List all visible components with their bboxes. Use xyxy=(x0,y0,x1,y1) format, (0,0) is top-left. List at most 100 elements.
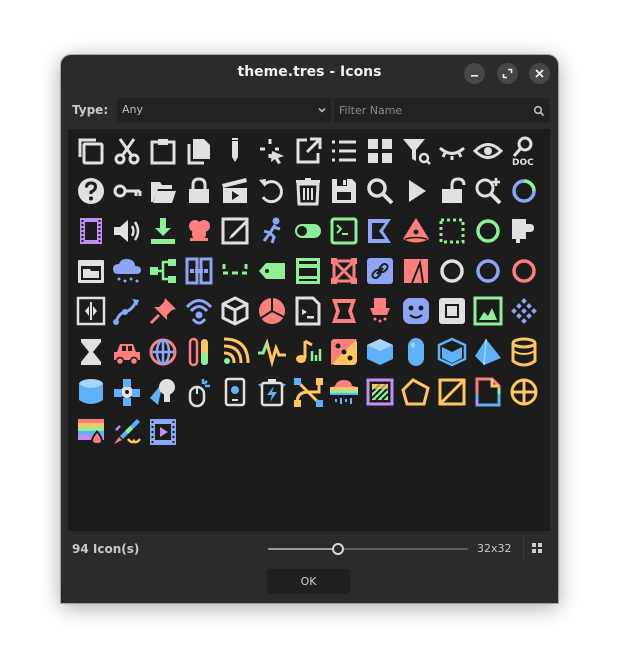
toggle-icon[interactable] xyxy=(291,214,325,248)
cone-light-icon[interactable] xyxy=(399,214,433,248)
list-icon[interactable] xyxy=(327,134,361,168)
cut-icon[interactable] xyxy=(110,134,144,168)
prism-icon[interactable] xyxy=(471,335,505,369)
play-icon[interactable] xyxy=(399,174,433,208)
skeleton-icon[interactable] xyxy=(255,214,289,248)
copy-icon[interactable] xyxy=(74,134,108,168)
pie-ball-icon[interactable] xyxy=(255,294,289,328)
folder-open-icon[interactable] xyxy=(146,174,180,208)
ring-white-icon[interactable] xyxy=(435,254,469,288)
window-icon[interactable] xyxy=(74,254,108,288)
dashed-rect-icon[interactable] xyxy=(435,214,469,248)
grid-view-icon[interactable] xyxy=(531,542,543,554)
type-select[interactable]: Any xyxy=(117,98,331,123)
cloud-rain-icon[interactable] xyxy=(110,254,144,288)
film-icon[interactable] xyxy=(74,214,108,248)
pin-icon[interactable] xyxy=(146,294,180,328)
lock-icon[interactable] xyxy=(182,174,216,208)
undo-icon[interactable] xyxy=(255,174,289,208)
cylinder-yellow-icon[interactable] xyxy=(507,335,541,369)
face-icon[interactable] xyxy=(399,294,433,328)
split-container-icon[interactable] xyxy=(182,254,216,288)
rainbow-cloud-icon[interactable] xyxy=(327,375,361,409)
external-link-icon[interactable] xyxy=(291,134,325,168)
mesh-a-icon[interactable] xyxy=(399,254,433,288)
maximize-button[interactable] xyxy=(497,63,518,84)
zoom-slider[interactable] xyxy=(268,548,468,550)
wifi-arc-icon[interactable] xyxy=(218,335,252,369)
paint-edit-icon[interactable] xyxy=(218,214,252,248)
filter-name-input[interactable] xyxy=(334,98,550,123)
script-doc-icon[interactable] xyxy=(291,294,325,328)
zoom-in-icon[interactable] xyxy=(471,174,505,208)
tree-nodes-icon[interactable] xyxy=(146,254,180,288)
search-doc-icon[interactable]: DOC xyxy=(507,134,541,168)
lamp-icon[interactable] xyxy=(363,294,397,328)
ring-red-icon[interactable] xyxy=(507,254,541,288)
particles-icon[interactable] xyxy=(182,214,216,248)
key-icon[interactable] xyxy=(110,174,144,208)
link-icon[interactable] xyxy=(363,254,397,288)
rainbow-doc-icon[interactable] xyxy=(471,375,505,409)
video-film-icon[interactable] xyxy=(146,415,180,449)
trash-icon[interactable] xyxy=(291,174,325,208)
crosshair-circle-icon[interactable] xyxy=(507,375,541,409)
pentagon-icon[interactable] xyxy=(399,375,433,409)
audio-icon[interactable] xyxy=(110,214,144,248)
save-icon[interactable] xyxy=(327,174,361,208)
car-icon[interactable] xyxy=(110,335,144,369)
hourglass-icon[interactable] xyxy=(74,335,108,369)
mouse-sparkle-icon[interactable] xyxy=(182,375,216,409)
clapperboard-icon[interactable] xyxy=(218,174,252,208)
magnifier-icon[interactable] xyxy=(363,174,397,208)
filter-search-icon[interactable] xyxy=(399,134,433,168)
ok-button[interactable]: OK xyxy=(267,569,350,594)
rainbow-brush-icon[interactable] xyxy=(110,415,144,449)
device-icon[interactable] xyxy=(218,375,252,409)
curve-path-icon[interactable] xyxy=(110,294,144,328)
help-icon[interactable] xyxy=(74,174,108,208)
cross-rect-icon[interactable] xyxy=(327,254,361,288)
gradient-bars-icon[interactable] xyxy=(182,335,216,369)
unlock-icon[interactable] xyxy=(435,174,469,208)
grid-icon[interactable] xyxy=(363,134,397,168)
capsule-icon[interactable] xyxy=(399,335,433,369)
joints-icon[interactable] xyxy=(110,375,144,409)
rainbow-drop-icon[interactable] xyxy=(74,415,108,449)
code-box-icon[interactable] xyxy=(74,294,108,328)
waveform-icon[interactable] xyxy=(255,335,289,369)
duplicate-icon[interactable] xyxy=(182,134,216,168)
bulb-light-icon[interactable] xyxy=(146,375,180,409)
cube-blue-icon[interactable] xyxy=(363,335,397,369)
paste-icon[interactable] xyxy=(146,134,180,168)
cylinder-blue-icon[interactable] xyxy=(74,375,108,409)
diagonal-box-icon[interactable] xyxy=(435,375,469,409)
edit-pencil-icon[interactable] xyxy=(218,134,252,168)
globe-icon[interactable] xyxy=(146,335,180,369)
ring-blue-icon[interactable] xyxy=(471,254,505,288)
shape-s-icon[interactable] xyxy=(327,294,361,328)
circle-progress-icon[interactable] xyxy=(507,174,541,208)
signal-person-icon[interactable] xyxy=(182,294,216,328)
eye-icon[interactable] xyxy=(471,134,505,168)
minimize-button[interactable] xyxy=(464,63,485,84)
ring-green-icon[interactable] xyxy=(471,214,505,248)
stripe-square-icon[interactable] xyxy=(363,375,397,409)
title-bar[interactable]: theme.tres - Icons xyxy=(61,55,558,91)
cube-outline-icon[interactable] xyxy=(218,294,252,328)
battery-bolt-icon[interactable] xyxy=(255,375,289,409)
plugin-icon[interactable] xyxy=(507,214,541,248)
box-blue-icon[interactable] xyxy=(435,335,469,369)
close-button[interactable] xyxy=(529,63,550,84)
shape-k-icon[interactable] xyxy=(363,214,397,248)
frame-square-icon[interactable] xyxy=(435,294,469,328)
tag-icon[interactable] xyxy=(255,254,289,288)
select-cursor-icon[interactable] xyxy=(255,134,289,168)
eye-closed-icon[interactable] xyxy=(435,134,469,168)
image-texture-icon[interactable] xyxy=(471,294,505,328)
bezier-nodes-icon[interactable] xyxy=(291,375,325,409)
dice-icon[interactable] xyxy=(327,335,361,369)
dash-line-icon[interactable] xyxy=(218,254,252,288)
diamond-grid-icon[interactable] xyxy=(507,294,541,328)
panel-box-icon[interactable] xyxy=(291,254,325,288)
